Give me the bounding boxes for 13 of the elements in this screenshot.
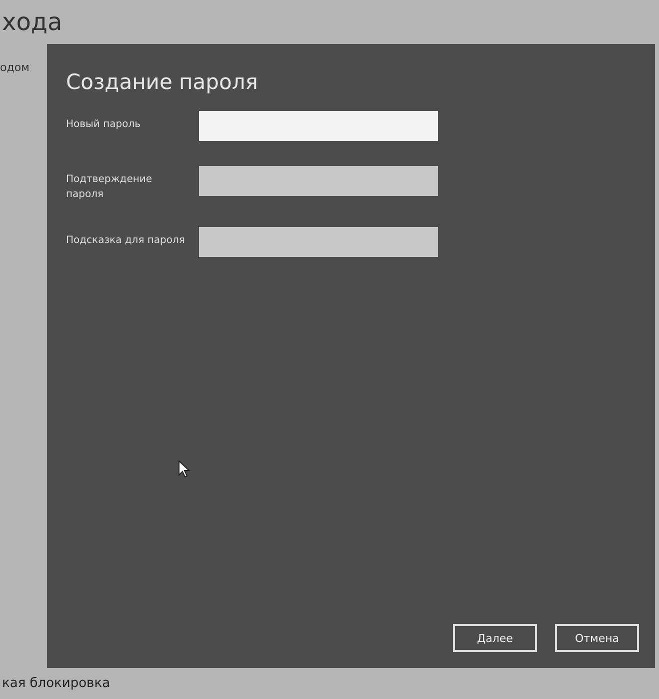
dialog-button[interactable]: Далее bbox=[453, 624, 537, 652]
dialog-button[interactable]: Отмена bbox=[555, 624, 639, 652]
field-label: Подсказка для пароля bbox=[66, 234, 186, 248]
password-field[interactable] bbox=[199, 166, 438, 196]
page-text: одом bbox=[0, 61, 30, 74]
dialog-title: Создание пароля bbox=[66, 70, 258, 94]
password-field[interactable] bbox=[199, 111, 438, 141]
password-field[interactable] bbox=[199, 227, 438, 257]
field-label: Подтверждение пароля bbox=[66, 173, 154, 202]
field-label: Новый пароль bbox=[66, 118, 142, 132]
cursor-icon bbox=[178, 460, 190, 478]
page-heading: хода bbox=[1, 7, 62, 38]
page-heading: кая блокировка bbox=[1, 676, 110, 691]
